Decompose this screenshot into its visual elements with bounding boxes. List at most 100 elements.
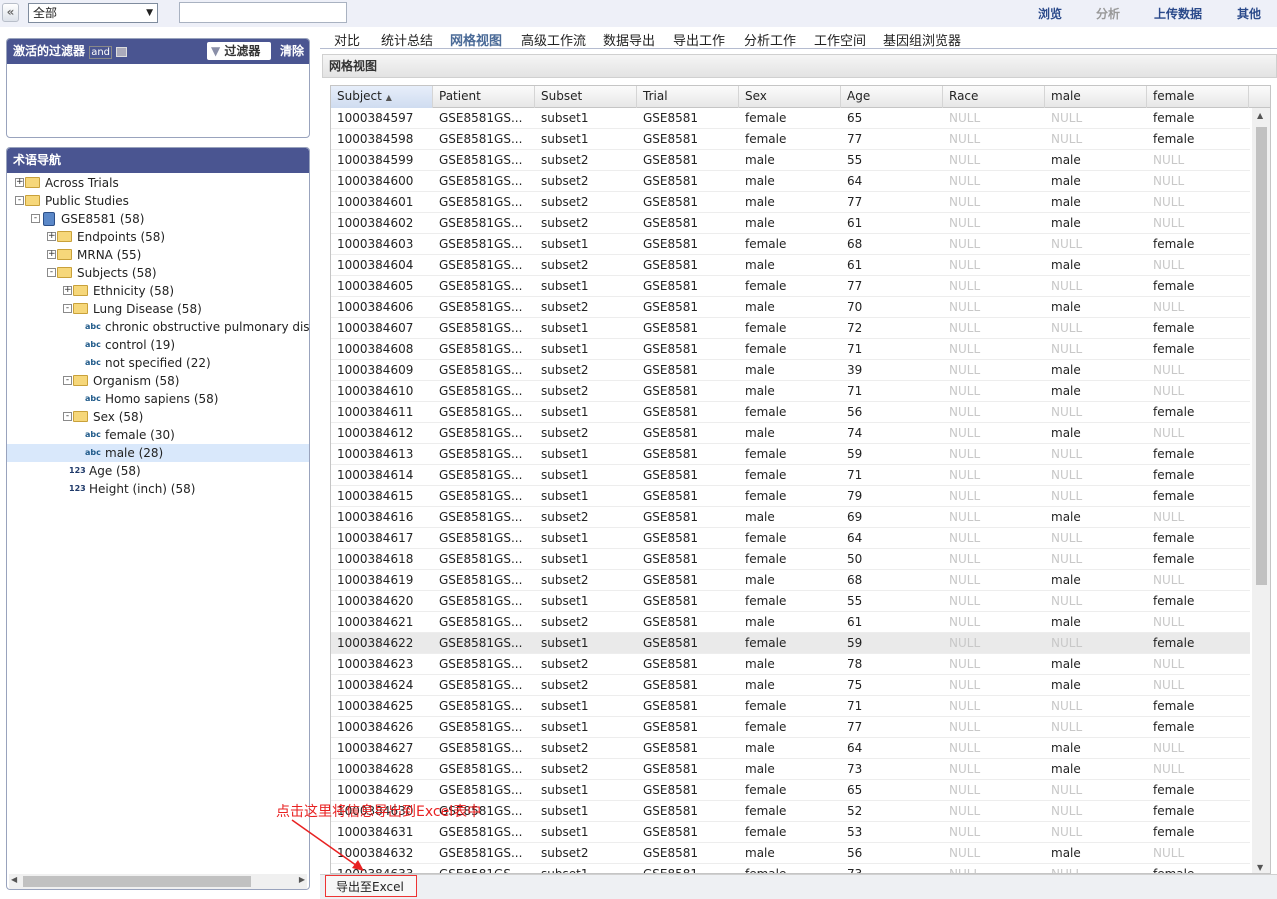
table-row[interactable]: 1000384627 GSE8581GS... subset2 GSE8581 male… [331,738,1250,759]
table-row[interactable]: 1000384605 GSE8581GS... subset1 GSE8581 fema… [331,276,1250,297]
tree-node[interactable]: - Sex (58) [7,408,309,426]
tree-node[interactable]: abc control (19) [7,336,309,354]
table-row[interactable]: 1000384622 GSE8581GS... subset1 GSE8581 fema… [331,633,1250,654]
scroll-left-icon[interactable]: ◀ [11,875,17,884]
table-row[interactable]: 1000384616 GSE8581GS... subset2 GSE8581 male… [331,507,1250,528]
collapse-icon[interactable]: - [63,376,72,385]
table-row[interactable]: 1000384603 GSE8581GS... subset1 GSE8581 fema… [331,234,1250,255]
table-row[interactable]: 1000384598 GSE8581GS... subset1 GSE8581 fema… [331,129,1250,150]
table-row[interactable]: 1000384617 GSE8581GS... subset1 GSE8581 fema… [331,528,1250,549]
tree-node[interactable]: + MRNA (55) [7,246,309,264]
tab-1[interactable]: 统计总结 [381,30,433,49]
table-row[interactable]: 1000384612 GSE8581GS... subset2 GSE8581 male… [331,423,1250,444]
nav-upload-data[interactable]: 上传数据 [1154,5,1202,22]
table-row[interactable]: 1000384601 GSE8581GS... subset2 GSE8581 male… [331,192,1250,213]
tree-node[interactable]: abc female (30) [7,426,309,444]
tree-node[interactable]: + Across Trials [7,174,309,192]
table-row[interactable]: 1000384619 GSE8581GS... subset2 GSE8581 male… [331,570,1250,591]
table-row[interactable]: 1000384600 GSE8581GS... subset2 GSE8581 male… [331,171,1250,192]
collapse-panel-icon[interactable]: « [2,3,19,22]
column-header[interactable]: Patient [433,86,535,108]
tab-4[interactable]: 数据导出 [603,30,655,49]
column-header[interactable]: Trial [637,86,739,108]
grid-vertical-scrollbar[interactable]: ▲ ▼ [1252,108,1270,873]
table-row[interactable]: 1000384611 GSE8581GS... subset1 GSE8581 fema… [331,402,1250,423]
tab-3[interactable]: 高级工作流 [521,30,586,49]
collapse-icon[interactable]: - [31,214,40,223]
column-header[interactable]: male [1045,86,1147,108]
filter-button[interactable]: ▼ 过滤器 [207,42,271,60]
tree-horizontal-scrollbar[interactable]: ◀ ▶ [9,874,307,889]
tree-node[interactable]: abc Homo sapiens (58) [7,390,309,408]
table-row[interactable]: 1000384625 GSE8581GS... subset1 GSE8581 fema… [331,696,1250,717]
column-header[interactable]: Subject ▲ [331,86,433,108]
column-header[interactable]: Sex [739,86,841,108]
tree-node[interactable]: abc male (28) [7,444,309,462]
tree-node[interactable]: + Ethnicity (58) [7,282,309,300]
expand-icon[interactable]: + [47,250,56,259]
table-row[interactable]: 1000384621 GSE8581GS... subset2 GSE8581 male… [331,612,1250,633]
expand-icon[interactable]: + [47,232,56,241]
table-row[interactable]: 1000384614 GSE8581GS... subset1 GSE8581 fema… [331,465,1250,486]
table-row[interactable]: 1000384608 GSE8581GS... subset1 GSE8581 fema… [331,339,1250,360]
table-row[interactable]: 1000384604 GSE8581GS... subset2 GSE8581 male… [331,255,1250,276]
nav-analyze[interactable]: 分析 [1096,5,1120,22]
column-header[interactable]: Age [841,86,943,108]
table-row[interactable]: 1000384607 GSE8581GS... subset1 GSE8581 fema… [331,318,1250,339]
nav-browse[interactable]: 浏览 [1038,5,1062,22]
export-excel-button[interactable]: 导出至Excel [325,875,417,897]
column-header[interactable]: Race [943,86,1045,108]
collapse-icon[interactable]: - [63,304,72,313]
tree-node[interactable]: 123 Age (58) [7,462,309,480]
table-row[interactable]: 1000384631 GSE8581GS... subset1 GSE8581 fema… [331,822,1250,843]
collapse-icon[interactable]: - [47,268,56,277]
tree-node[interactable]: - Organism (58) [7,372,309,390]
table-row[interactable]: 1000384610 GSE8581GS... subset2 GSE8581 male… [331,381,1250,402]
tab-2[interactable]: 网格视图 [450,30,502,49]
tab-0[interactable]: 对比 [334,30,360,49]
table-row[interactable]: 1000384633 GSE8581GS... subset1 GSE8581 fema… [331,864,1250,873]
tab-8[interactable]: 基因组浏览器 [883,30,961,49]
tab-5[interactable]: 导出工作 [673,30,725,49]
scroll-down-icon[interactable]: ▼ [1257,863,1263,872]
table-row[interactable]: 1000384620 GSE8581GS... subset1 GSE8581 fema… [331,591,1250,612]
table-row[interactable]: 1000384602 GSE8581GS... subset2 GSE8581 male… [331,213,1250,234]
table-row[interactable]: 1000384624 GSE8581GS... subset2 GSE8581 male… [331,675,1250,696]
table-row[interactable]: 1000384626 GSE8581GS... subset1 GSE8581 fema… [331,717,1250,738]
table-row[interactable]: 1000384628 GSE8581GS... subset2 GSE8581 male… [331,759,1250,780]
table-row[interactable]: 1000384597 GSE8581GS... subset1 GSE8581 fema… [331,108,1250,129]
table-row[interactable]: 1000384613 GSE8581GS... subset1 GSE8581 fema… [331,444,1250,465]
column-header[interactable]: female [1147,86,1249,108]
collapse-icon[interactable]: - [63,412,72,421]
tree-node[interactable]: - Public Studies [7,192,309,210]
tree-node[interactable]: abc chronic obstructive pulmonary dise [7,318,309,336]
scroll-up-icon[interactable]: ▲ [1257,111,1263,120]
tab-6[interactable]: 分析工作 [744,30,796,49]
collapse-icon[interactable]: - [15,196,24,205]
table-row[interactable]: 1000384599 GSE8581GS... subset2 GSE8581 male… [331,150,1250,171]
search-input[interactable] [179,2,347,23]
expand-icon[interactable]: + [15,178,24,187]
tree-node[interactable]: - GSE8581 (58) [7,210,309,228]
tab-7[interactable]: 工作空间 [814,30,866,49]
expand-icon[interactable]: + [63,286,72,295]
tree-node[interactable]: + Endpoints (58) [7,228,309,246]
tree-node[interactable]: 123 Height (inch) (58) [7,480,309,498]
table-row[interactable]: 1000384618 GSE8581GS... subset1 GSE8581 fema… [331,549,1250,570]
and-toggle[interactable]: and [89,46,113,59]
table-row[interactable]: 1000384623 GSE8581GS... subset2 GSE8581 male… [331,654,1250,675]
table-row[interactable]: 1000384606 GSE8581GS... subset2 GSE8581 male… [331,297,1250,318]
study-select[interactable]: 全部 ▼ [28,3,158,23]
table-row[interactable]: 1000384609 GSE8581GS... subset2 GSE8581 male… [331,360,1250,381]
clear-button[interactable]: 清除 [280,39,304,63]
scroll-thumb[interactable] [23,876,251,887]
scroll-thumb[interactable] [1256,127,1267,585]
table-row[interactable]: 1000384615 GSE8581GS... subset1 GSE8581 fema… [331,486,1250,507]
or-toggle-icon[interactable] [116,46,128,57]
column-header[interactable]: Subset [535,86,637,108]
table-row[interactable]: 1000384632 GSE8581GS... subset2 GSE8581 male… [331,843,1250,864]
table-row[interactable]: 1000384629 GSE8581GS... subset1 GSE8581 fema… [331,780,1250,801]
tree-node[interactable]: - Subjects (58) [7,264,309,282]
tree-node[interactable]: - Lung Disease (58) [7,300,309,318]
tree-node[interactable]: abc not specified (22) [7,354,309,372]
